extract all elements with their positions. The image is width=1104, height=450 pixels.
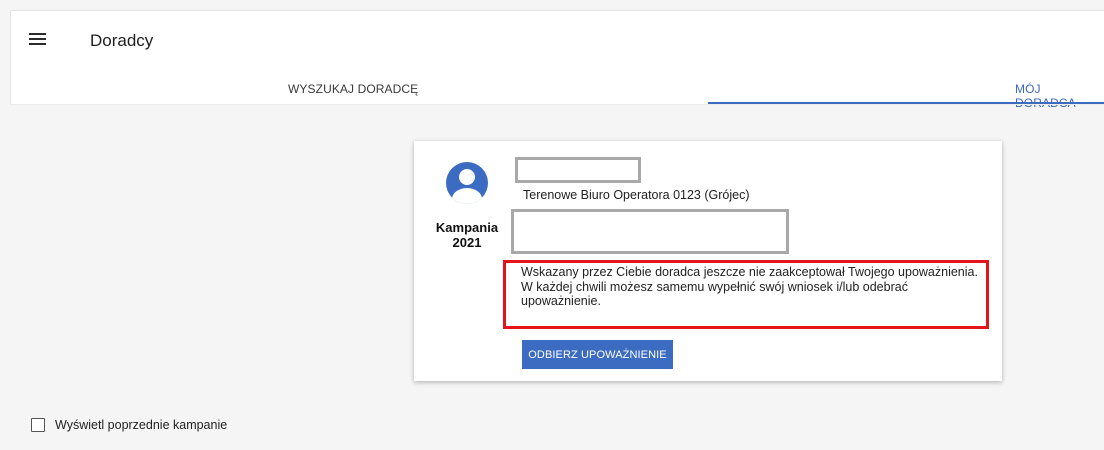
tab-find-advisor[interactable]: WYSZUKAJ DORADCĘ: [288, 82, 418, 96]
advisor-card: Kampania 2021 Terenowe Biuro Operatora 0…: [414, 141, 1002, 381]
app-header: Doradcy WYSZUKAJ DORADCĘ MÓJ DORADCA: [10, 10, 1104, 110]
page-title: Doradcy: [90, 31, 154, 50]
pending-authorization-notice: Wskazany przez Ciebie doradca jeszcze ni…: [521, 265, 978, 308]
previous-campaigns-checkbox[interactable]: [31, 418, 45, 432]
tab-my-advisor[interactable]: MÓJ DORADCA: [1015, 82, 1104, 110]
hamburger-menu-icon[interactable]: [29, 31, 47, 47]
show-previous-campaigns-toggle[interactable]: Wyświetl poprzednie kampanie: [31, 418, 227, 432]
account-circle-icon: [446, 162, 488, 204]
tabs-divider: [11, 104, 1104, 105]
previous-campaigns-label: Wyświetl poprzednie kampanie: [55, 418, 228, 432]
redacted-advisor-name: [515, 157, 641, 183]
office-name: Terenowe Biuro Operatora 0123 (Grójec): [523, 188, 750, 202]
active-tab-indicator: [708, 102, 1104, 104]
campaign-label: Kampania 2021: [435, 220, 499, 250]
redacted-advisor-details: [511, 209, 789, 254]
revoke-authorization-button[interactable]: ODBIERZ UPOWAŻNIENIE: [522, 340, 673, 369]
